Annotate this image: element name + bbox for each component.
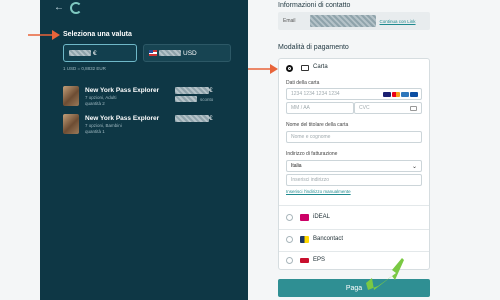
blurred-price [175, 115, 209, 122]
item-discount-label: sconto [200, 97, 214, 102]
product-thumbnail [63, 86, 79, 106]
jcb-icon [410, 92, 418, 97]
eps-icon [300, 258, 309, 263]
holder-name-input[interactable]: Nome e cognome [286, 131, 422, 143]
payment-methods-card: Carta Dati della carta 1234 1234 1234 12… [278, 58, 430, 270]
card-number-input[interactable]: 1234 1234 1234 1234 [286, 88, 422, 100]
amex-icon [401, 92, 409, 97]
expiry-input[interactable]: MM / AA [286, 102, 354, 114]
billing-label: Indirizzo di fatturazione [286, 151, 338, 157]
blurred-amount [69, 50, 91, 56]
holder-placeholder: Nome e cognome [291, 134, 331, 140]
blurred-price [175, 87, 209, 94]
currency-title: Seleziona una valuta [63, 31, 132, 38]
holder-label: Nome del titolare della carta [286, 122, 349, 128]
address-placeholder: Inserisci indirizzo [291, 177, 330, 183]
chevron-down-icon: ⌄ [411, 164, 417, 170]
country-value: Italia [291, 163, 302, 169]
item-options: 7 opzioni, Bambini [85, 123, 122, 128]
item-currency: € [209, 87, 213, 94]
payment-title: Modalità di pagamento [278, 44, 349, 51]
payment-panel: Informazioni di contatto Email Continua … [262, 0, 500, 300]
card-option-label: Carta [313, 64, 328, 70]
cvc-card-icon [410, 105, 417, 111]
cvc-input[interactable]: CVC [354, 102, 422, 114]
eur-symbol: € [93, 49, 97, 57]
ideal-radio[interactable] [286, 214, 293, 221]
address-input[interactable]: Inserisci indirizzo [286, 174, 422, 186]
order-summary-panel: ← Seleziona una valuta € USD 1 USD = 0,8… [40, 0, 248, 300]
usd-code: USD [183, 49, 197, 57]
top-bar: ← [54, 2, 82, 14]
visa-icon [383, 92, 391, 97]
contact-title: Informazioni di contatto [278, 2, 351, 9]
blurred-amount [159, 50, 181, 56]
manual-address-link[interactable]: Inserisci l'indirizzo manualmente [286, 189, 351, 194]
currency-option-eur[interactable]: € [63, 44, 137, 62]
currency-option-usd[interactable]: USD [143, 44, 231, 62]
brand-logo-icon [70, 2, 82, 14]
credit-card-icon [301, 65, 309, 71]
ideal-icon [300, 214, 309, 221]
ideal-label: iDEAL [313, 214, 331, 220]
card-number-placeholder: 1234 1234 1234 1234 [291, 91, 340, 97]
bancontact-icon [300, 236, 309, 243]
exchange-rate: 1 USD = 0,8832 EUR [63, 66, 106, 71]
item-options: 7 opzioni, Adulti [85, 95, 117, 100]
us-flag-icon [149, 50, 157, 56]
card-radio[interactable] [286, 65, 293, 72]
bancontact-label: Bancontact [313, 236, 344, 242]
country-select[interactable]: Italia ⌄ [286, 160, 422, 172]
list-item: New York Pass Explorer 7 opzioni, Adulti… [63, 86, 253, 108]
orange-arrow-icon [248, 64, 278, 74]
checkout-page: ← Seleziona una valuta € USD 1 USD = 0,8… [0, 0, 500, 300]
green-arrow-icon [366, 258, 404, 290]
pay-button[interactable]: Paga [278, 279, 430, 297]
cvc-placeholder: CVC [359, 105, 370, 111]
email-label: Email [283, 18, 296, 24]
product-thumbnail [63, 114, 79, 134]
item-currency: € [209, 115, 213, 122]
item-quantity: quantità 2 [85, 101, 105, 106]
card-brand-logos [383, 92, 418, 97]
expiry-placeholder: MM / AA [291, 105, 310, 111]
bancontact-radio[interactable] [286, 236, 293, 243]
divider [279, 229, 429, 230]
link-button[interactable]: Continua con Link [380, 19, 416, 24]
divider [279, 205, 429, 206]
item-quantity: quantità 1 [85, 129, 105, 134]
blurred-original-price [175, 96, 197, 102]
divider [279, 251, 429, 252]
list-item: New York Pass Explorer 7 opzioni, Bambin… [63, 114, 253, 136]
mastercard-icon [392, 92, 400, 97]
email-field[interactable]: Email Continua con Link [278, 12, 430, 30]
eps-label: EPS [313, 257, 326, 263]
card-details-label: Dati della carta [286, 80, 320, 86]
item-name: New York Pass Explorer [85, 115, 160, 122]
orange-arrow-icon [28, 30, 60, 40]
eps-radio[interactable] [286, 257, 293, 264]
back-arrow-icon[interactable]: ← [54, 3, 64, 13]
blurred-email [309, 15, 376, 27]
item-name: New York Pass Explorer [85, 87, 160, 94]
